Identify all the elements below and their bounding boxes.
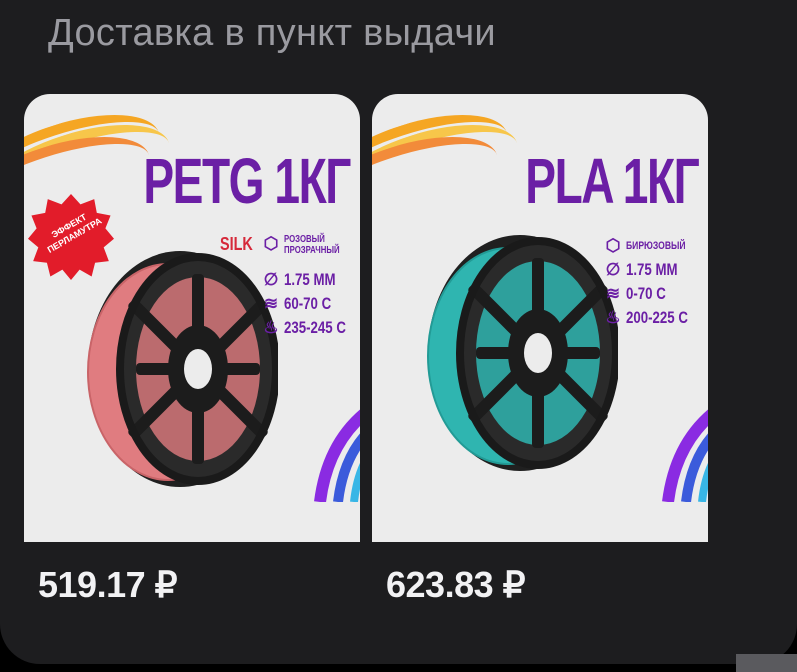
heat-icon: ≋ (263, 294, 279, 313)
section-title: Доставка в пункт выдачи (48, 12, 496, 54)
thermometer-icon: ♨ (263, 318, 279, 337)
heat-icon: ≋ (605, 284, 621, 303)
product-card-petg[interactable]: PETG 1КГ ЭФФЕКТ ПЕРЛАМУТРА SILK ⬡ РОЗОВЫ… (24, 94, 360, 605)
diameter-icon: ∅ (263, 270, 279, 289)
product-title: PETG 1КГ (143, 145, 351, 217)
spec-diameter-text: 1.75 ММ (284, 270, 336, 289)
delivery-panel: Доставка в пункт выдачи PETG 1КГ ЭФФЕКТ … (0, 0, 797, 664)
spec-diameter: ∅ 1.75 ММ (262, 268, 360, 292)
spec-list: ⬡ БИРЮЗОВЫЙ ∅ 1.75 ММ ≋ 0-70 С ♨ 200-225… (604, 234, 705, 330)
product-title: PLA 1КГ (524, 145, 699, 217)
finish-label: SILK (220, 234, 253, 254)
spec-diameter-text: 1.75 ММ (626, 260, 678, 279)
product-price: 623.83 ₽ (386, 564, 526, 605)
spec-list: ⬡ РОЗОВЫЙ ПРОЗРАЧНЫЙ ∅ 1.75 ММ ≋ 60-70 С… (262, 234, 360, 340)
product-image[interactable]: PLA 1КГ ⬡ БИРЮЗОВЫЙ ∅ 1.75 ММ ≋ 0-70 С ♨… (372, 94, 708, 542)
thermometer-icon: ♨ (605, 308, 621, 327)
spec-bed-temp-text: 60-70 С (284, 294, 332, 313)
spec-nozzle-temp: ♨ 235-245 С (262, 316, 360, 340)
product-image[interactable]: PETG 1КГ ЭФФЕКТ ПЕРЛАМУТРА SILK ⬡ РОЗОВЫ… (24, 94, 360, 542)
spec-color: ⬡ РОЗОВЫЙ ПРОЗРАЧНЫЙ (262, 234, 360, 268)
product-card-pla[interactable]: PLA 1КГ ⬡ БИРЮЗОВЫЙ ∅ 1.75 ММ ≋ 0-70 С ♨… (372, 94, 708, 605)
spec-nozzle-temp-text: 200-225 С (626, 308, 688, 327)
diameter-icon: ∅ (605, 260, 621, 279)
spec-bed-temp: ≋ 60-70 С (262, 292, 360, 316)
spec-nozzle-temp-text: 235-245 С (284, 318, 346, 337)
spec-nozzle-temp: ♨ 200-225 С (604, 306, 705, 330)
spec-color-text: РОЗОВЫЙ ПРОЗРАЧНЫЙ (284, 234, 340, 256)
color-swatch-icon: ⬡ (263, 234, 279, 253)
spool-illustration (87, 251, 278, 487)
spec-color-text: БИРЮЗОВЫЙ (626, 240, 686, 252)
decor-rainbow (314, 409, 360, 502)
scroll-indicator[interactable] (736, 654, 797, 672)
product-price: 519.17 ₽ (38, 564, 178, 605)
decor-rainbow (662, 409, 708, 502)
color-swatch-icon: ⬡ (605, 236, 621, 255)
spec-bed-temp-text: 0-70 С (626, 284, 666, 303)
spec-bed-temp: ≋ 0-70 С (604, 282, 705, 306)
spool-illustration (427, 235, 618, 471)
spec-diameter: ∅ 1.75 ММ (604, 258, 705, 282)
spec-color: ⬡ БИРЮЗОВЫЙ (604, 234, 705, 258)
